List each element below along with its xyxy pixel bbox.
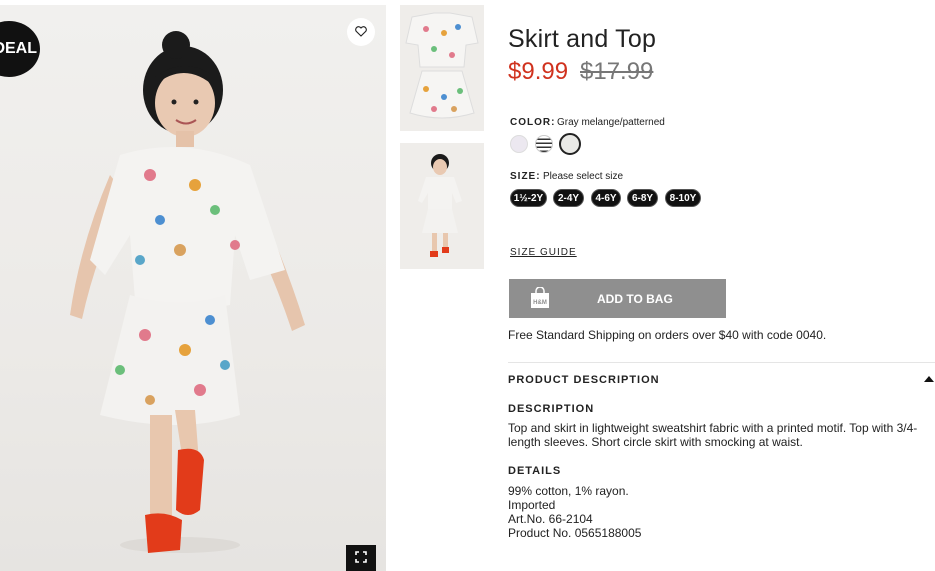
fullscreen-button[interactable] — [346, 545, 376, 571]
size-option-2-4y[interactable]: 2-4Y — [553, 189, 584, 207]
size-option-8-10y[interactable]: 8-10Y — [665, 189, 701, 207]
details-label: DETAILS — [508, 465, 562, 477]
shopping-bag-icon: H&M — [530, 286, 550, 309]
details-item: Art.No. 66-2104 — [508, 512, 593, 526]
main-product-image[interactable]: DEAL — [0, 5, 386, 571]
color-swatch-lilac[interactable] — [510, 135, 528, 153]
original-price: $17.99 — [580, 58, 654, 85]
thumbnail-flatlay[interactable] — [400, 5, 484, 131]
size-value: Please select size — [543, 171, 624, 182]
color-value: Gray melange/patterned — [557, 117, 665, 128]
size-label: SIZE: — [510, 171, 541, 182]
add-to-bag-button[interactable]: H&M ADD TO BAG — [509, 279, 726, 318]
size-option-4-6y[interactable]: 4-6Y — [591, 189, 621, 207]
deal-badge-label: DEAL — [0, 40, 37, 57]
description-label: DESCRIPTION — [508, 403, 595, 415]
details-item: 99% cotton, 1% rayon. — [508, 484, 629, 498]
details-item: Product No. 0565188005 — [508, 526, 642, 540]
color-swatch-striped[interactable] — [535, 135, 553, 153]
details-list: 99% cotton, 1% rayon. Imported Art.No. 6… — [508, 484, 641, 540]
thumbnail-flatlay-illustration — [405, 12, 479, 119]
description-text: Top and skirt in lightweight sweatshirt … — [508, 421, 918, 449]
product-title: Skirt and Top — [508, 25, 657, 53]
expand-icon — [355, 550, 367, 568]
thumbnail-model[interactable] — [400, 143, 484, 269]
collapse-caret-icon[interactable] — [924, 376, 934, 382]
color-swatch-gray-selected[interactable] — [559, 133, 581, 155]
thumbnail-model-illustration — [418, 154, 462, 257]
size-option-1-2y[interactable]: 1½-2Y — [510, 189, 547, 207]
add-to-bag-label: ADD TO BAG — [597, 292, 673, 306]
color-label: COLOR: — [510, 117, 556, 128]
heart-icon — [355, 25, 367, 40]
product-description-header[interactable]: PRODUCT DESCRIPTION — [508, 374, 660, 386]
sale-price: $9.99 — [508, 58, 569, 85]
shipping-info: Free Standard Shipping on orders over $4… — [508, 328, 827, 342]
child-model-illustration — [70, 31, 305, 553]
size-option-6-8y[interactable]: 6-8Y — [627, 189, 658, 207]
details-item: Imported — [508, 498, 556, 512]
hm-logo-text: H&M — [533, 300, 547, 306]
favorite-button[interactable] — [347, 18, 375, 46]
section-divider — [508, 362, 935, 363]
size-guide-link[interactable]: SIZE GUIDE — [510, 247, 577, 258]
